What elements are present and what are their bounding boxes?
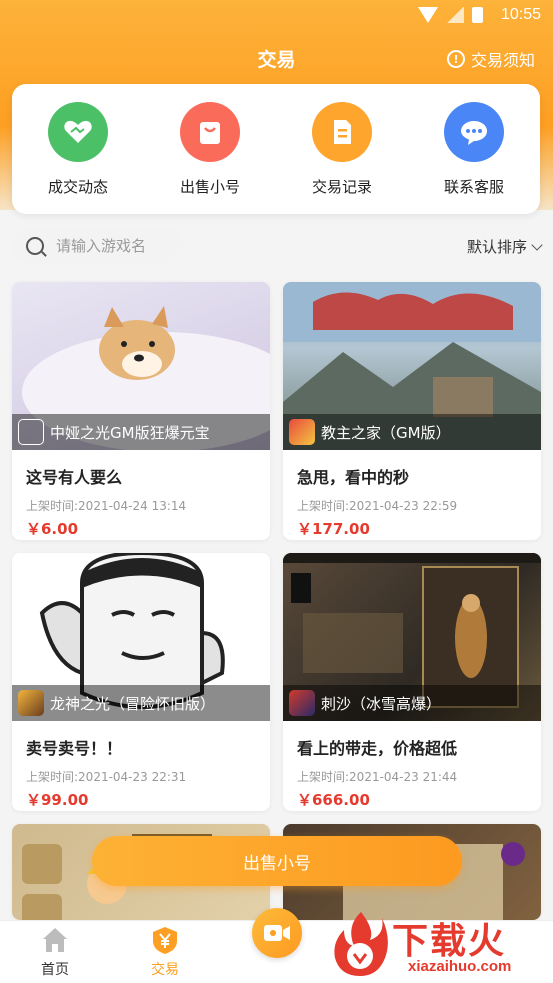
tab-trade[interactable]: 交易 <box>125 925 205 979</box>
watermark-text: 下载火 <box>392 921 507 962</box>
chat-icon <box>444 102 504 162</box>
signal-icon <box>446 7 464 23</box>
game-name: 中娅之光GM版狂爆元宝 <box>50 423 210 442</box>
tab-label: 交易 <box>151 962 179 978</box>
quick-action-label: 交易记录 <box>311 178 372 196</box>
game-icon <box>18 690 44 716</box>
listing-time: 上架时间:2021-04-24 13:14 <box>26 499 187 513</box>
game-name: 刺沙（冰雪高爆） <box>321 694 442 713</box>
battery-icon <box>472 7 483 23</box>
status-icons <box>418 7 483 23</box>
quick-actions-card: 成交动态 出售小号 交易记录 联系客服 <box>12 84 540 214</box>
search-row: 默认排序 <box>0 222 553 272</box>
listing-time: 上架时间:2021-04-23 21:44 <box>297 770 458 784</box>
listing-title: 卖号卖号！！ <box>26 739 123 758</box>
listing-title: 看上的带走，价格超低 <box>297 739 458 758</box>
document-icon <box>312 102 372 162</box>
video-center-button[interactable] <box>252 908 302 958</box>
quick-action-sell-account[interactable]: 出售小号 <box>160 102 260 197</box>
listing-price: ￥177.00 <box>297 520 370 538</box>
status-bar: 10:55 <box>0 0 553 34</box>
game-tag: 刺沙（冰雪高爆） <box>283 685 541 721</box>
quick-action-trade-records[interactable]: 交易记录 <box>292 102 392 197</box>
listing-title: 这号有人要么 <box>26 468 123 487</box>
game-tag: 教主之家（GM版） <box>283 414 541 450</box>
listing-title: 急甩，看中的秒 <box>297 468 410 487</box>
game-icon <box>289 419 315 445</box>
yen-shield-icon <box>153 927 177 954</box>
game-name: 龙神之光（冒险怀旧版） <box>50 694 216 713</box>
sort-dropdown[interactable]: 默认排序 <box>466 236 543 257</box>
listing-price: ￥99.00 <box>26 791 89 809</box>
game-tag: 龙神之光（冒险怀旧版） <box>12 685 270 721</box>
quick-action-label: 出售小号 <box>179 178 240 196</box>
listing-image: 中娅之光GM版狂爆元宝 <box>12 282 270 450</box>
watermark-url: xiazaihuo.com <box>408 958 512 975</box>
quick-action-customer-service[interactable]: 联系客服 <box>424 102 524 197</box>
listing-card[interactable]: 中娅之光GM版狂爆元宝 这号有人要么 上架时间:2021-04-24 13:14… <box>12 282 270 540</box>
status-time: 10:55 <box>500 6 541 23</box>
listing-card[interactable]: 教主之家（GM版） 急甩，看中的秒 上架时间:2021-04-23 22:59 … <box>283 282 541 540</box>
info-icon: ! <box>446 50 465 68</box>
tab-label: 首页 <box>41 962 69 978</box>
chevron-down-icon <box>531 238 543 251</box>
quick-action-label: 联系客服 <box>443 178 504 196</box>
listing-image: 教主之家（GM版） <box>283 282 541 450</box>
sort-label: 默认排序 <box>466 238 527 256</box>
listing-image: 刺沙（冰雪高爆） <box>283 553 541 721</box>
game-tag: 中娅之光GM版狂爆元宝 <box>12 414 270 450</box>
search-icon <box>26 237 44 255</box>
quick-action-deal-feed[interactable]: 成交动态 <box>28 102 128 197</box>
tab-home[interactable]: 首页 <box>15 925 95 979</box>
listing-image: 龙神之光（冒险怀旧版） <box>12 553 270 721</box>
flame-logo <box>334 912 388 976</box>
search-box[interactable] <box>12 228 184 264</box>
gamepad-icon <box>18 419 44 445</box>
trade-notice-label: 交易须知 <box>470 51 535 70</box>
listing-price: ￥6.00 <box>26 520 79 538</box>
quick-action-label: 成交动态 <box>47 178 108 196</box>
game-name: 教主之家（GM版） <box>321 423 451 442</box>
listing-time: 上架时间:2021-04-23 22:31 <box>26 770 187 784</box>
watermark: 下载火 xiazaihuo.com <box>330 910 550 983</box>
bag-icon <box>180 102 240 162</box>
search-input[interactable] <box>56 237 176 255</box>
handshake-icon <box>48 102 108 162</box>
video-icon <box>264 925 290 941</box>
game-icon <box>289 690 315 716</box>
listing-price: ￥666.00 <box>297 791 370 809</box>
wifi-icon <box>418 7 438 23</box>
trade-notice-link[interactable]: ! 交易须知 <box>446 47 535 71</box>
listing-card[interactable]: 刺沙（冰雪高爆） 看上的带走，价格超低 上架时间:2021-04-23 21:4… <box>283 553 541 811</box>
home-icon <box>43 928 67 952</box>
listing-card[interactable]: 龙神之光（冒险怀旧版） 卖号卖号！！ 上架时间:2021-04-23 22:31… <box>12 553 270 811</box>
sell-account-button[interactable]: 出售小号 <box>92 836 462 886</box>
listing-time: 上架时间:2021-04-23 22:59 <box>297 499 458 513</box>
